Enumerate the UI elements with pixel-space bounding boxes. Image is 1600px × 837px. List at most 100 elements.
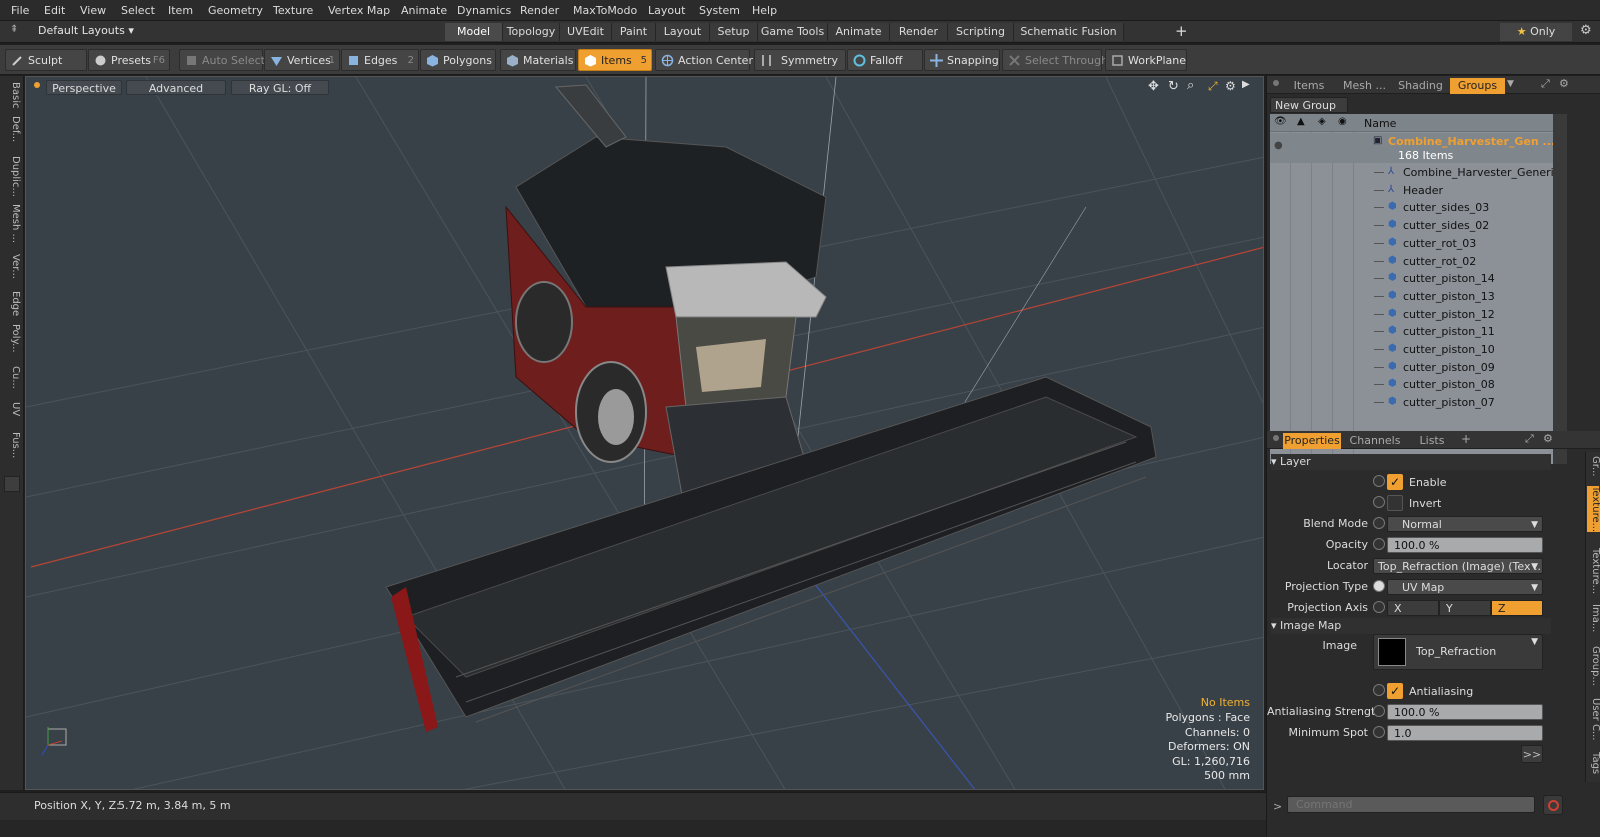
lock-col-icon[interactable]: ◈ xyxy=(1318,116,1326,127)
side-tab-user-channels[interactable]: User C... xyxy=(1587,698,1600,741)
panel-gear-icon[interactable]: ⚙ xyxy=(1559,77,1569,90)
layer-section[interactable]: ▾ Layer xyxy=(1271,454,1551,470)
menu-maxtomodo[interactable]: MaxToModo xyxy=(573,4,637,17)
render-col-icon[interactable]: ▲ xyxy=(1297,116,1305,127)
command-input[interactable] xyxy=(1287,796,1535,813)
tab-properties[interactable]: Properties xyxy=(1283,433,1341,449)
tree-item-row[interactable]: ⬢ cutter_piston_11 xyxy=(1270,323,1553,341)
polygons-button[interactable]: Polygons xyxy=(420,49,496,71)
left-tab-poly[interactable]: Poly... xyxy=(3,324,21,353)
menu-animate[interactable]: Animate xyxy=(401,4,447,17)
tab-model[interactable]: Model xyxy=(445,23,503,41)
side-tab-tags[interactable]: Tags xyxy=(1587,752,1600,774)
rotate-view-icon[interactable]: ↻ xyxy=(1168,79,1179,94)
action-center-button[interactable]: Action Center xyxy=(655,49,753,71)
move-view-icon[interactable]: ✥ xyxy=(1148,79,1159,94)
tree-item-row[interactable]: ⬢ cutter_piston_09 xyxy=(1270,359,1553,377)
select-col-icon[interactable]: ◉ xyxy=(1338,116,1347,127)
props-expand-icon[interactable]: ⤢ xyxy=(1525,432,1534,446)
invert-checkbox[interactable] xyxy=(1387,495,1403,511)
gear-icon[interactable]: ⚙ xyxy=(1580,23,1592,38)
menu-vertex-map[interactable]: Vertex Map xyxy=(328,4,390,17)
left-tab-duplicate[interactable]: Duplic... xyxy=(3,156,21,197)
edges-button[interactable]: Edges 2 xyxy=(341,49,419,71)
axis-z-button[interactable]: Z xyxy=(1491,600,1543,616)
eye-icon[interactable]: ● xyxy=(1274,140,1283,151)
tree-scrollbar[interactable] xyxy=(1553,114,1567,464)
tree-item-row[interactable]: ⬢ cutter_piston_13 xyxy=(1270,288,1553,306)
enable-checkbox[interactable]: ✓ xyxy=(1387,474,1403,490)
menu-layout[interactable]: Layout xyxy=(648,4,685,17)
tree-item-row[interactable]: ⬢ cutter_piston_12 xyxy=(1270,306,1553,324)
record-button[interactable] xyxy=(1543,795,1563,815)
tab-lists[interactable]: Lists xyxy=(1407,433,1457,449)
menu-texture[interactable]: Texture xyxy=(273,4,313,17)
tab-game-tools[interactable]: Game Tools xyxy=(758,23,828,41)
left-tabs-toggle[interactable] xyxy=(4,476,20,492)
left-tab-mesh[interactable]: Mesh ... xyxy=(3,204,21,243)
vertices-button[interactable]: Vertices 1 xyxy=(264,49,340,71)
menu-select[interactable]: Select xyxy=(121,4,155,17)
items-button[interactable]: Items 5 xyxy=(578,49,652,71)
left-tab-fusion[interactable]: Fus... xyxy=(3,432,21,458)
falloff-button[interactable]: Falloff xyxy=(847,49,923,71)
minimum-spot-field[interactable]: 1.0 xyxy=(1387,725,1543,741)
snapping-button[interactable]: Snapping xyxy=(924,49,1000,71)
presets-button[interactable]: Presets F6 xyxy=(88,49,170,71)
visibility-col-icon[interactable]: 👁 xyxy=(1274,116,1287,127)
zoom-view-icon[interactable]: ⌕ xyxy=(1187,78,1194,93)
auto-select-button[interactable]: Auto Select xyxy=(179,49,265,71)
workplane-button[interactable]: WorkPlane xyxy=(1105,49,1187,71)
locator-dropdown[interactable]: Top_Refraction (Image) (Tex ... ▼ xyxy=(1373,558,1543,574)
advanced-dropdown[interactable]: Advanced xyxy=(126,80,226,95)
group-name[interactable]: Combine_Harvester_Gen ... xyxy=(1388,135,1553,148)
3d-viewport[interactable]: Perspective Advanced Ray GL: Off ✥ ↻ ⌕ ⤢… xyxy=(25,76,1264,790)
viewport-more-icon[interactable]: ▶ xyxy=(1242,79,1250,90)
tab-groups[interactable]: Groups xyxy=(1450,78,1505,94)
tab-items[interactable]: Items xyxy=(1283,78,1335,94)
menu-dynamics[interactable]: Dynamics xyxy=(457,4,511,17)
aa-strength-field[interactable]: 100.0 % xyxy=(1387,704,1543,720)
viewport-gear-icon[interactable]: ⚙ xyxy=(1225,79,1236,93)
tab-paint[interactable]: Paint xyxy=(612,23,656,41)
perspective-dropdown[interactable]: Perspective xyxy=(46,80,122,95)
menu-render[interactable]: Render xyxy=(520,4,559,17)
tree-item-row[interactable]: ⬢ cutter_piston_08 xyxy=(1270,376,1553,394)
group-row[interactable]: ● ▣ Combine_Harvester_Gen ... 168 Items xyxy=(1270,133,1553,163)
menu-system[interactable]: System xyxy=(699,4,740,17)
tab-mesh[interactable]: Mesh ... xyxy=(1337,78,1392,94)
axis-x-button[interactable]: X xyxy=(1387,600,1439,616)
menu-help[interactable]: Help xyxy=(752,4,777,17)
add-tab-button[interactable]: + xyxy=(1175,22,1188,40)
left-tab-uv[interactable]: UV xyxy=(3,402,21,416)
axis-y-button[interactable]: Y xyxy=(1439,600,1491,616)
side-tab-image[interactable]: Ima... xyxy=(1587,604,1600,632)
tree-item-row[interactable]: ⬢ cutter_rot_02 xyxy=(1270,253,1553,271)
image-picker[interactable]: Top_Refraction ▼ xyxy=(1373,634,1543,670)
materials-button[interactable]: Materials xyxy=(500,49,576,71)
maximize-view-icon[interactable]: ⤢ xyxy=(1208,79,1218,94)
side-tab-gr[interactable]: Gr... xyxy=(1587,456,1600,476)
tab-scripting[interactable]: Scripting xyxy=(948,23,1014,41)
left-tab-curve[interactable]: Cu... xyxy=(3,366,21,389)
add-prop-tab-button[interactable]: + xyxy=(1461,432,1471,446)
opacity-field[interactable]: 100.0 % xyxy=(1387,537,1543,553)
tab-shading[interactable]: Shading xyxy=(1393,78,1448,94)
tab-render[interactable]: Render xyxy=(890,23,948,41)
panel-expand-icon[interactable]: ⤢ xyxy=(1541,77,1550,91)
side-tab-texture[interactable]: Texture... xyxy=(1587,548,1600,594)
select-through-button[interactable]: Select Through xyxy=(1002,49,1108,71)
raygl-dropdown[interactable]: Ray GL: Off xyxy=(231,80,329,95)
tree-item-row[interactable]: ⬢ cutter_piston_10 xyxy=(1270,341,1553,359)
tree-item-row[interactable]: ⅄ Header xyxy=(1270,182,1553,200)
tree-item-row[interactable]: ⅄ Combine_Harvester_Generic xyxy=(1270,164,1553,182)
more-properties-button[interactable]: >> xyxy=(1521,745,1543,763)
image-map-section[interactable]: ▾ Image Map xyxy=(1271,618,1551,634)
tab-setup[interactable]: Setup xyxy=(710,23,758,41)
only-toggle[interactable]: ★ Only xyxy=(1500,23,1572,41)
tab-topology[interactable]: Topology xyxy=(503,23,560,41)
tree-item-row[interactable]: ⬢ cutter_sides_02 xyxy=(1270,217,1553,235)
tab-uvedit[interactable]: UVEdit xyxy=(560,23,612,41)
tab-dropdown-icon[interactable]: ▼ xyxy=(1507,79,1514,89)
sculpt-button[interactable]: Sculpt xyxy=(5,49,87,71)
